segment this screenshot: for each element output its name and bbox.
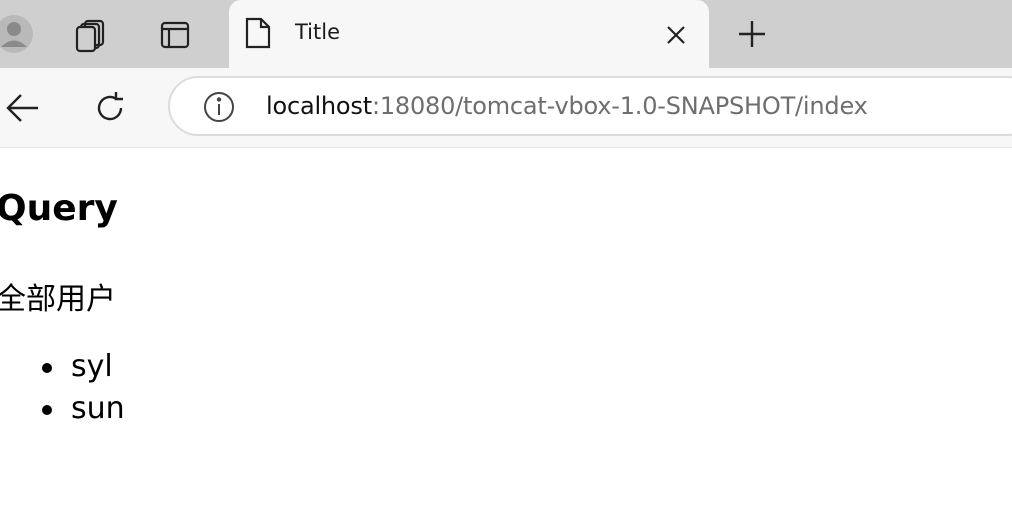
list-item: sun [0,388,125,430]
section-label: 全部用户 [0,282,116,317]
user-name: sun [71,391,125,426]
info-icon[interactable] [202,90,236,124]
url-host: localhost [266,92,372,120]
close-tab-icon[interactable] [661,20,691,50]
profile-avatar-icon[interactable] [0,14,34,54]
page-content: Query 全部用户 syl sun [0,148,1012,511]
url-path: :18080/tomcat-vbox-1.0-SNAPSHOT/index [371,92,868,120]
bullet-icon [42,363,52,373]
tab-title: Title [295,20,341,44]
url-text[interactable]: localhost:18080/tomcat-vbox-1.0-SNAPSHOT… [266,92,868,120]
bullet-icon [42,405,52,415]
browser-window: Title localhost:18080/tomcat-vbox-1.0-SN… [0,0,1012,511]
active-tab[interactable]: Title [229,0,709,68]
navigation-toolbar: localhost:18080/tomcat-vbox-1.0-SNAPSHOT… [0,68,1012,148]
user-name: syl [71,349,113,384]
back-arrow-icon[interactable] [0,86,44,130]
workspaces-icon[interactable] [70,14,112,56]
page-heading: Query [0,188,118,229]
tab-strip: Title [0,0,1012,68]
new-tab-icon[interactable] [730,12,774,56]
address-bar[interactable]: localhost:18080/tomcat-vbox-1.0-SNAPSHOT… [168,76,1012,136]
vertical-tabs-icon[interactable] [154,14,196,56]
user-list: syl sun [0,346,125,430]
list-item: syl [0,346,125,388]
page-icon [243,16,273,50]
refresh-icon[interactable] [88,86,132,130]
